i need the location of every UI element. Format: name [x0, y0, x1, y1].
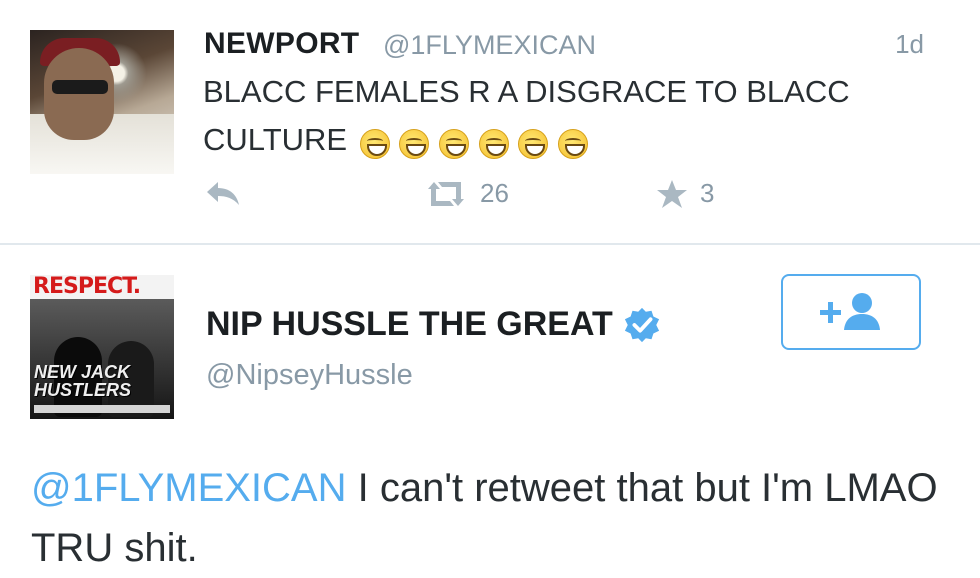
retweet-button[interactable]: 26 — [424, 178, 509, 209]
face-with-tears-of-joy-icon — [399, 128, 430, 159]
face-with-tears-of-joy-icon — [518, 128, 549, 159]
avatar-strip — [34, 405, 170, 413]
retweet-icon — [428, 181, 464, 206]
avatar-cover-line: NEW JACK HUSTLERS — [34, 362, 132, 400]
favorite-count: 3 — [700, 178, 715, 208]
avatar-face — [44, 48, 114, 140]
face-with-tears-of-joy-icon — [478, 128, 509, 159]
avatar-magazine-logo: RESPECT. — [30, 275, 174, 299]
retweet-count: 26 — [480, 178, 509, 208]
reply-button[interactable] — [204, 178, 242, 208]
display-name-row[interactable]: NIP HUSSLE THE GREAT — [206, 305, 661, 344]
display-name[interactable]: NEWPORT — [204, 27, 359, 61]
tweet-text: @1FLYMEXICAN I can't retweet that but I'… — [31, 458, 951, 578]
verified-badge-icon — [624, 307, 659, 342]
handle[interactable]: @1FLYMEXICAN — [383, 30, 596, 61]
face-with-tears-of-joy-icon — [438, 128, 469, 159]
follow-button[interactable] — [781, 274, 921, 350]
emoji-row — [359, 118, 589, 166]
avatar-glasses — [52, 80, 108, 94]
tweet-actions: 26 3 — [204, 178, 764, 218]
timestamp[interactable]: 1d — [895, 29, 924, 60]
favorite-button[interactable]: 3 — [656, 178, 714, 209]
avatar[interactable] — [30, 30, 174, 174]
tweet-card[interactable]: RESPECT. NEW JACK HUSTLERS NIP HUSSLE TH… — [0, 245, 980, 570]
handle[interactable]: @NipseyHussle — [206, 359, 413, 392]
tweet-text: BLACC FEMALES R A DISGRACE TO BLACC CULT… — [203, 68, 923, 166]
face-with-tears-of-joy-icon — [557, 128, 588, 159]
mention-link[interactable]: @1FLYMEXICAN — [31, 466, 347, 510]
reply-icon — [207, 182, 239, 205]
face-with-tears-of-joy-icon — [359, 128, 390, 159]
avatar-photo — [30, 299, 174, 419]
display-name[interactable]: NIP HUSSLE THE GREAT — [206, 305, 613, 344]
tweet-card[interactable]: NEWPORT @1FLYMEXICAN 1d BLACC FEMALES R … — [0, 0, 980, 245]
avatar[interactable]: RESPECT. NEW JACK HUSTLERS — [30, 275, 174, 419]
star-icon — [657, 179, 687, 208]
add-user-icon — [820, 293, 880, 330]
